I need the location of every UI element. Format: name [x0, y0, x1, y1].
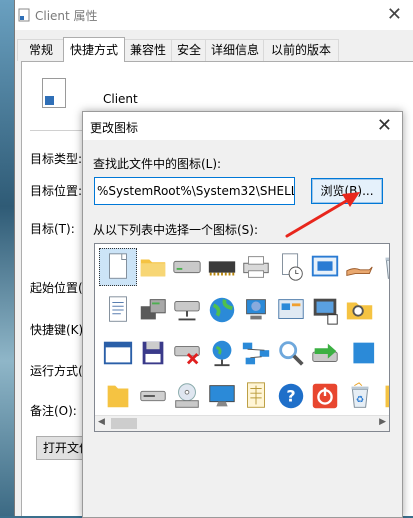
target-location-label: 目标位置:: [30, 182, 82, 199]
printer-icon[interactable]: [237, 248, 275, 286]
shortcut-file-icon: [17, 8, 31, 22]
network-computer-icon[interactable]: [237, 291, 275, 329]
full-recycle-bin-icon[interactable]: ♻: [341, 377, 379, 415]
magnifier-icon[interactable]: [272, 334, 310, 372]
green-arrow-drive-icon[interactable]: [306, 334, 344, 372]
app-name: Client: [103, 92, 138, 106]
desktop-shortcut-icon[interactable]: [306, 291, 344, 329]
yellow-folder-icon[interactable]: [99, 377, 137, 415]
globe-icon[interactable]: [203, 291, 241, 329]
folder-icon[interactable]: [134, 248, 172, 286]
divider: [30, 130, 90, 131]
target-label: 目标(T):: [30, 220, 75, 237]
svg-text:?: ?: [286, 387, 295, 406]
recycle-bin-icon[interactable]: ♻: [375, 248, 390, 286]
shortcut-key-label: 快捷键(K):: [30, 321, 87, 338]
globe-network-icon[interactable]: [203, 334, 241, 372]
horizontal-scrollbar[interactable]: ◀ ▶: [95, 415, 389, 431]
tab-shortcut[interactable]: 快捷方式: [63, 37, 125, 62]
clock-document-icon[interactable]: [272, 248, 310, 286]
change-icon-dialog: 更改图标 ✕ 查找此文件中的图标(L): 浏览(B)... 从以下列表中选择一个…: [82, 111, 403, 518]
browse-button[interactable]: 浏览(B)...: [311, 178, 383, 204]
tab-compatibility[interactable]: 兼容性: [123, 39, 173, 61]
locked-folder-icon[interactable]: [375, 377, 390, 415]
control-panel-icon[interactable]: [272, 291, 310, 329]
grid-document-icon[interactable]: [237, 377, 275, 415]
floppy-disk-icon[interactable]: [134, 334, 172, 372]
tab-security[interactable]: 安全: [171, 39, 207, 61]
power-icon[interactable]: [306, 377, 344, 415]
properties-titlebar: Client 属性 ✕: [15, 0, 413, 30]
window-title: Client 属性: [35, 7, 98, 24]
scroll-right-icon[interactable]: ▶: [379, 417, 386, 427]
text-document-icon[interactable]: [99, 291, 137, 329]
monitor-icon[interactable]: [203, 377, 241, 415]
close-icon[interactable]: ✕: [377, 115, 392, 136]
close-icon[interactable]: ✕: [387, 4, 402, 25]
memory-chip-icon[interactable]: [203, 248, 241, 286]
tab-previous-versions[interactable]: 以前的版本: [263, 39, 339, 61]
network-drive-icon[interactable]: [168, 291, 206, 329]
icon-file-path-input[interactable]: [94, 177, 295, 205]
comment-label: 备注(O):: [30, 402, 77, 419]
network-nodes-icon[interactable]: [237, 334, 275, 372]
dialog-title: 更改图标: [90, 119, 138, 136]
drive-icon[interactable]: [168, 248, 206, 286]
cd-drive-icon[interactable]: [168, 377, 206, 415]
shortcut-file-icon: [42, 78, 66, 108]
icon-list-label: 从以下列表中选择一个图标(S):: [93, 221, 258, 238]
icon-list[interactable]: ♻? ♻ ◀ ▶: [94, 243, 390, 432]
tab-general[interactable]: 常规: [17, 39, 65, 61]
svg-text:♻: ♻: [355, 395, 363, 406]
scroll-left-icon[interactable]: ◀: [98, 417, 105, 427]
tab-strip: 常规 快捷方式 兼容性 安全 详细信息 以前的版本: [17, 39, 413, 61]
optical-drive-icon[interactable]: [134, 377, 172, 415]
dialog-titlebar: 更改图标 ✕: [83, 112, 402, 140]
blue-window-icon[interactable]: [341, 334, 379, 372]
blank-document-icon[interactable]: [99, 248, 137, 286]
help-icon[interactable]: ?: [272, 377, 310, 415]
hand-share-icon[interactable]: [341, 248, 379, 286]
scanner-icon[interactable]: [306, 248, 344, 286]
search-folder-icon[interactable]: [341, 291, 379, 329]
tab-details[interactable]: 详细信息: [205, 39, 265, 61]
server-icon[interactable]: [134, 291, 172, 329]
window-icon[interactable]: [99, 334, 137, 372]
search-file-label: 查找此文件中的图标(L):: [93, 155, 221, 172]
disconnected-drive-icon[interactable]: [168, 334, 206, 372]
target-type-label: 目标类型:: [30, 150, 82, 167]
scroll-thumb[interactable]: [111, 418, 137, 429]
